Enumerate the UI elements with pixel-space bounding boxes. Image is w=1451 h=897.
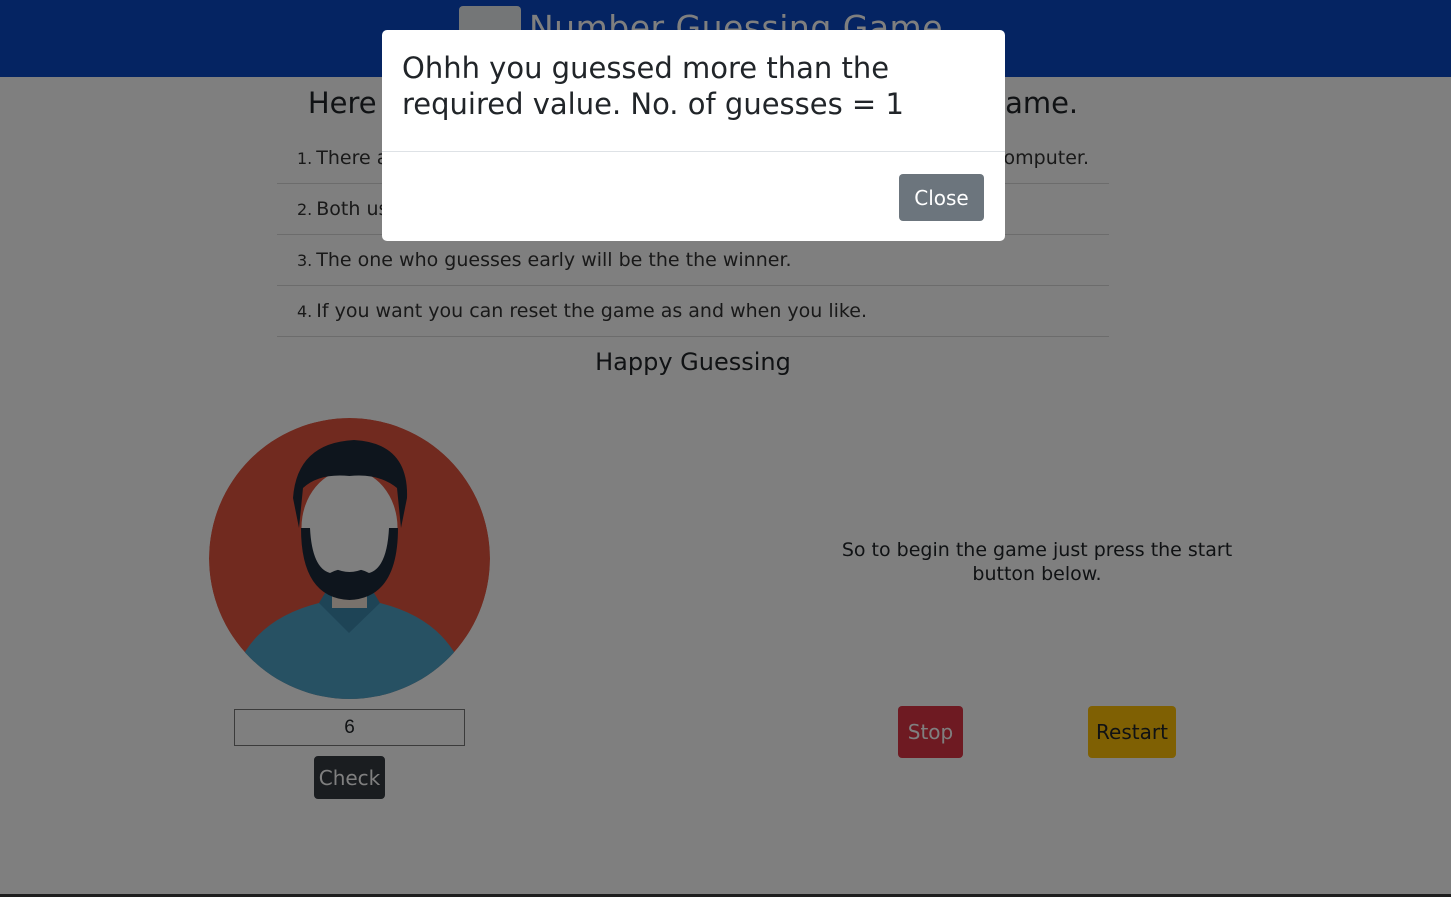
- modal-message: Ohhh you guessed more than the required …: [382, 30, 1005, 152]
- close-button[interactable]: Close: [899, 174, 984, 221]
- result-modal: Ohhh you guessed more than the required …: [382, 30, 1005, 241]
